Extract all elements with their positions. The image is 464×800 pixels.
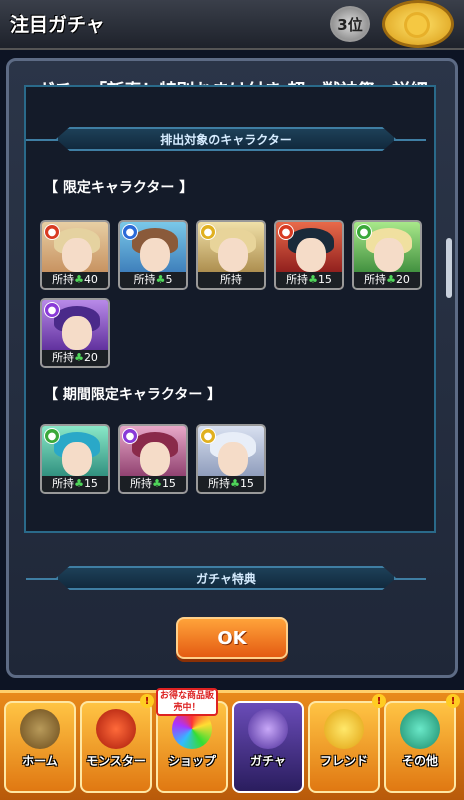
character-card[interactable]: ● 所持♣20 <box>40 298 110 368</box>
owned-count: 所持♣5 <box>120 272 186 288</box>
wood-element-icon: ● <box>356 224 372 240</box>
character-card[interactable]: ● 所持♣15 <box>274 220 344 290</box>
owned-count: 所持♣40 <box>42 272 108 288</box>
coin-icon[interactable] <box>382 0 454 48</box>
nav-other[interactable]: その他 <box>384 701 456 793</box>
owned-count: 所持 <box>198 272 264 288</box>
alert-icon: ! <box>446 694 460 708</box>
character-card[interactable]: ● 所持♣15 <box>118 424 188 494</box>
ribbon-target-characters: 排出対象のキャラクター <box>56 127 396 151</box>
owned-count: 所持♣20 <box>354 272 420 288</box>
character-card[interactable]: ● 所持♣40 <box>40 220 110 290</box>
alert-icon: ! <box>372 694 386 708</box>
alert-icon: ! <box>140 694 154 708</box>
wood-element-icon: ● <box>44 428 60 444</box>
character-card[interactable]: ● 所持♣15 <box>196 424 266 494</box>
limited-characters-label: 【 限定キャラクター 】 <box>44 180 194 196</box>
owned-count: 所持♣15 <box>120 476 186 492</box>
screen-title: 注目ガチャ <box>10 14 105 36</box>
nav-monster[interactable]: モンスター <box>80 701 152 793</box>
light-element-icon: ● <box>200 428 216 444</box>
nav-gacha[interactable]: ガチャ <box>232 701 304 793</box>
dark-element-icon: ● <box>44 302 60 318</box>
home-icon <box>20 709 60 749</box>
dark-element-icon: ● <box>122 428 138 444</box>
character-card[interactable]: ● 所持♣15 <box>40 424 110 494</box>
ribbon-gacha-bonus: ガチャ特典 <box>56 566 396 590</box>
scrollbar[interactable] <box>446 238 452 298</box>
ok-button[interactable]: OK <box>176 617 288 659</box>
nav-home[interactable]: ホーム <box>4 701 76 793</box>
period-limited-characters-label: 【 期間限定キャラクター 】 <box>44 387 222 403</box>
character-card[interactable]: ● 所持♣5 <box>118 220 188 290</box>
fire-element-icon: ● <box>278 224 294 240</box>
rank-badge[interactable]: 3位 <box>330 6 370 42</box>
top-bar: 注目ガチャ 3位 <box>0 0 464 50</box>
shop-promo-badge: お得な商品販売中！ <box>156 688 218 716</box>
owned-count: 所持♣20 <box>42 350 108 366</box>
owned-count: 所持♣15 <box>198 476 264 492</box>
character-card[interactable]: ● 所持 <box>196 220 266 290</box>
owned-count: 所持♣15 <box>42 476 108 492</box>
friend-icon <box>324 709 364 749</box>
monster-icon <box>96 709 136 749</box>
other-question-icon <box>400 709 440 749</box>
water-element-icon: ● <box>122 224 138 240</box>
light-element-icon: ● <box>200 224 216 240</box>
bottom-nav: ホーム モンスター ショップ ガチャ フレンド その他 <box>0 690 464 800</box>
nav-friend[interactable]: フレンド <box>308 701 380 793</box>
owned-count: 所持♣15 <box>276 272 342 288</box>
fire-element-icon: ● <box>44 224 60 240</box>
character-card[interactable]: ● 所持♣20 <box>352 220 422 290</box>
gacha-icon <box>248 709 288 749</box>
